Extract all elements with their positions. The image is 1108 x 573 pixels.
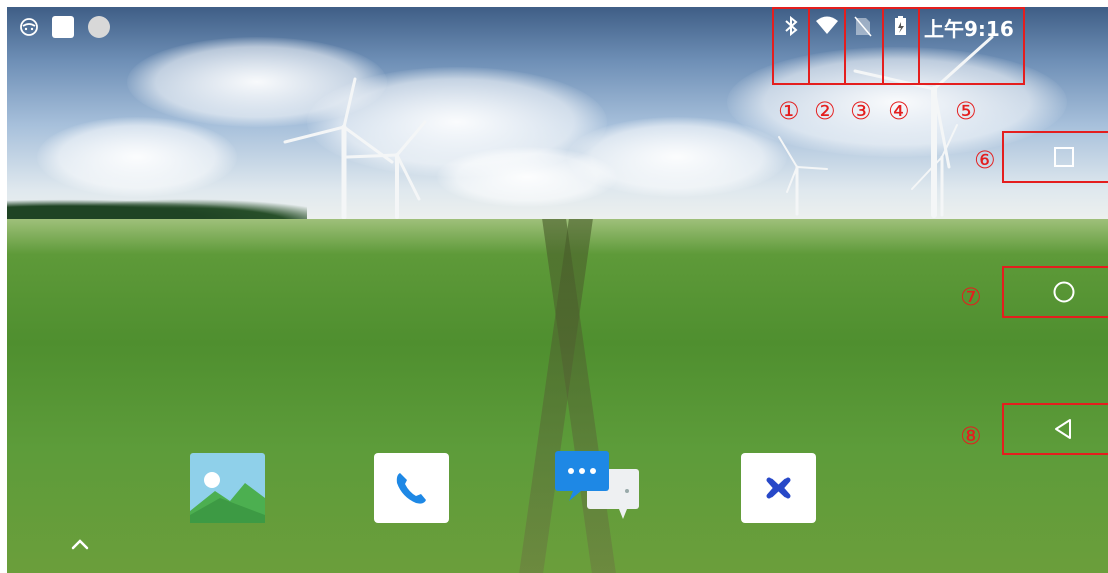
x-app[interactable] <box>741 453 816 523</box>
phone-app[interactable] <box>374 453 449 523</box>
annotation-number: ⑥ <box>974 146 996 174</box>
annotation-number: ① <box>778 97 800 125</box>
gallery-icon <box>190 453 265 523</box>
bluetooth-icon <box>780 15 802 37</box>
messages-icon <box>555 451 639 519</box>
messages-app[interactable] <box>553 447 643 525</box>
annotation-number: ④ <box>888 97 910 125</box>
annotation-number: ② <box>814 97 836 125</box>
status-bar-left <box>19 15 111 39</box>
annotation-number: ③ <box>850 97 872 125</box>
mask-icon <box>19 17 39 37</box>
chevron-up-icon <box>71 539 89 550</box>
no-sim-icon <box>853 15 875 37</box>
back-button[interactable] <box>1002 403 1108 455</box>
annotation-number: ⑤ <box>955 97 977 125</box>
back-icon <box>1055 419 1071 439</box>
app-drawer-button[interactable] <box>70 537 90 551</box>
annotation-number: ⑦ <box>960 283 982 311</box>
phone-icon <box>396 473 426 504</box>
circle-icon <box>87 15 111 39</box>
battery-icon <box>890 15 912 37</box>
square-icon <box>51 15 75 39</box>
gallery-app[interactable] <box>190 453 265 523</box>
home-icon <box>1053 281 1075 303</box>
status-clock: 上午9:16 <box>924 17 1014 41</box>
home-button[interactable] <box>1002 266 1108 318</box>
home-screen: 上午9:16 ① ② ③ ④ ⑤ ⑥ ⑦ ⑧ <box>7 7 1108 573</box>
wifi-icon <box>815 15 838 37</box>
x-app-icon <box>766 477 791 499</box>
annotation-number: ⑧ <box>960 422 982 450</box>
recents-button[interactable] <box>1002 131 1108 183</box>
recents-icon <box>1054 147 1074 167</box>
